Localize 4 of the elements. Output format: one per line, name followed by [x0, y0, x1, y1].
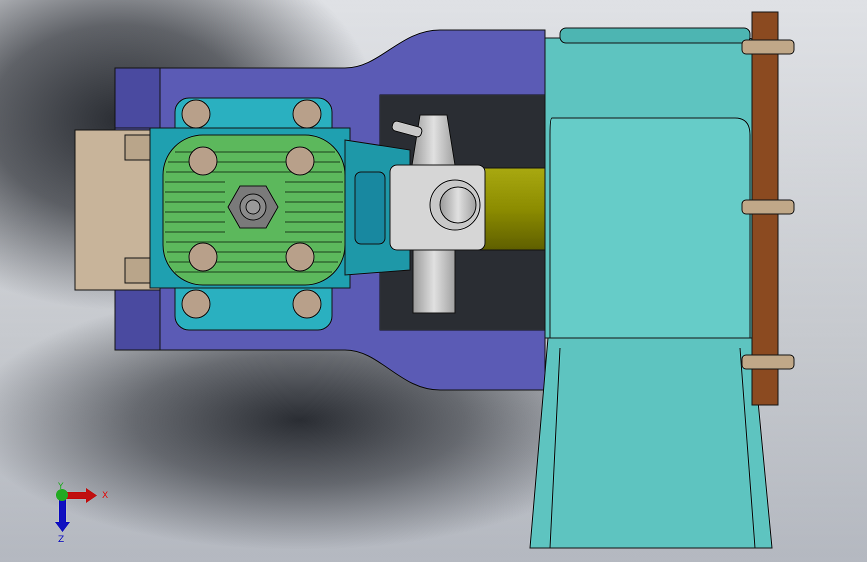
- x-axis-label: X: [102, 491, 108, 501]
- z-axis-label: Z: [58, 535, 64, 545]
- origin-sphere-icon: [56, 489, 68, 501]
- y-axis-label: Y: [58, 482, 64, 492]
